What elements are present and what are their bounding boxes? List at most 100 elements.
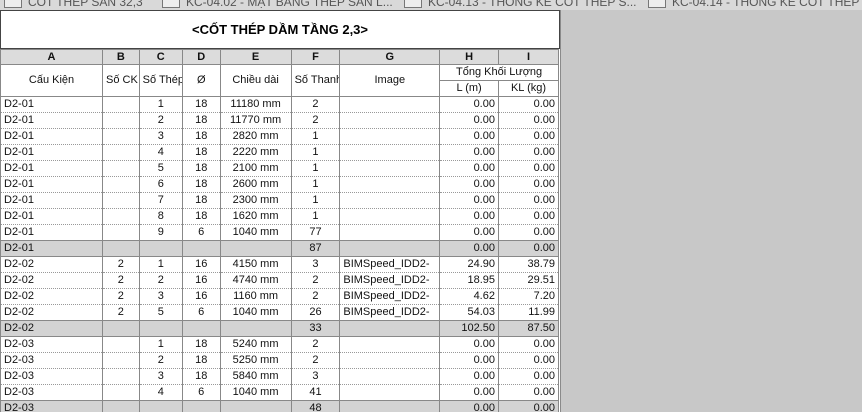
cell-d[interactable]: 18 xyxy=(181,144,221,161)
schedule-title[interactable]: <CỐT THÉP DẦM TẦNG 2,3> xyxy=(0,10,560,49)
cell-e[interactable]: 1160 mm xyxy=(219,288,292,305)
cell-f[interactable]: 1 xyxy=(290,144,341,161)
cell-b[interactable] xyxy=(102,384,140,401)
table-row[interactable]: D2-01 3 18 2820 mm 1 0.00 0.00 xyxy=(0,128,560,145)
cell-d[interactable]: 18 xyxy=(181,208,221,225)
cell-i[interactable]: 29.51 xyxy=(497,272,560,289)
cell-c[interactable]: 7 xyxy=(138,192,183,209)
cell-a[interactable]: D2-01 xyxy=(0,224,104,241)
cell-h[interactable]: 24.90 xyxy=(439,256,499,273)
cell-f[interactable]: 48 xyxy=(290,400,341,412)
cell-a[interactable]: D2-01 xyxy=(0,240,104,257)
cell-e[interactable]: 11180 mm xyxy=(219,96,292,113)
column-letter[interactable]: C xyxy=(138,49,183,65)
table-row[interactable]: D2-03 3 18 5840 mm 3 0.00 0.00 xyxy=(0,368,560,385)
header-so-ck[interactable]: Số CK xyxy=(102,64,140,97)
cell-g[interactable]: BIMSpeed_IDD2- xyxy=(339,272,441,289)
cell-g[interactable] xyxy=(339,240,441,257)
cell-c[interactable] xyxy=(138,320,183,337)
cell-g[interactable] xyxy=(339,336,441,353)
cell-a[interactable]: D2-03 xyxy=(0,336,104,353)
cell-e[interactable]: 2100 mm xyxy=(219,160,292,177)
cell-h[interactable]: 54.03 xyxy=(439,304,499,321)
subtotal-row[interactable]: D2-03 48 0.00 0.00 xyxy=(0,400,560,412)
cell-f[interactable]: 1 xyxy=(290,160,341,177)
cell-h[interactable]: 102.50 xyxy=(439,320,499,337)
column-letter[interactable]: I xyxy=(497,49,560,65)
cell-e[interactable]: 2820 mm xyxy=(219,128,292,145)
table-row[interactable]: D2-01 5 18 2100 mm 1 0.00 0.00 xyxy=(0,160,560,177)
cell-h[interactable]: 0.00 xyxy=(439,192,499,209)
cell-f[interactable]: 2 xyxy=(290,96,341,113)
cell-b[interactable] xyxy=(102,352,140,369)
cell-a[interactable]: D2-03 xyxy=(0,384,104,401)
header-l-m[interactable]: L (m) xyxy=(439,80,499,97)
view-tab[interactable]: KC-04.14 - THỐNG KÊ CỐT THÉP D... xyxy=(648,0,862,10)
cell-h[interactable]: 0.00 xyxy=(439,128,499,145)
cell-i[interactable]: 7.20 xyxy=(497,288,560,305)
cell-d[interactable]: 6 xyxy=(181,384,221,401)
cell-a[interactable]: D2-01 xyxy=(0,144,104,161)
cell-b[interactable]: 2 xyxy=(102,256,140,273)
cell-f[interactable]: 2 xyxy=(290,272,341,289)
cell-b[interactable]: 2 xyxy=(102,304,140,321)
cell-f[interactable]: 2 xyxy=(290,112,341,129)
cell-i[interactable]: 0.00 xyxy=(497,384,560,401)
cell-i[interactable]: 0.00 xyxy=(497,96,560,113)
cell-g[interactable] xyxy=(339,320,441,337)
cell-c[interactable]: 6 xyxy=(138,176,183,193)
cell-a[interactable]: D2-03 xyxy=(0,368,104,385)
cell-a[interactable]: D2-01 xyxy=(0,208,104,225)
cell-c[interactable]: 9 xyxy=(138,224,183,241)
cell-i[interactable]: 0.00 xyxy=(497,144,560,161)
table-row[interactable]: D2-01 1 18 11180 mm 2 0.00 0.00 xyxy=(0,96,560,113)
cell-a[interactable]: D2-01 xyxy=(0,192,104,209)
cell-i[interactable]: 0.00 xyxy=(497,400,560,412)
cell-h[interactable]: 0.00 xyxy=(439,352,499,369)
cell-e[interactable]: 5240 mm xyxy=(219,336,292,353)
cell-f[interactable]: 3 xyxy=(290,368,341,385)
cell-a[interactable]: D2-03 xyxy=(0,400,104,412)
cell-b[interactable]: 2 xyxy=(102,288,140,305)
cell-a[interactable]: D2-03 xyxy=(0,352,104,369)
cell-h[interactable]: 0.00 xyxy=(439,400,499,412)
cell-e[interactable]: 4740 mm xyxy=(219,272,292,289)
cell-h[interactable]: 4.62 xyxy=(439,288,499,305)
cell-h[interactable]: 0.00 xyxy=(439,368,499,385)
cell-c[interactable]: 3 xyxy=(138,368,183,385)
cell-d[interactable]: 18 xyxy=(181,336,221,353)
cell-f[interactable]: 3 xyxy=(290,256,341,273)
cell-b[interactable] xyxy=(102,144,140,161)
cell-d[interactable]: 16 xyxy=(181,272,221,289)
cell-f[interactable]: 1 xyxy=(290,192,341,209)
cell-f[interactable]: 87 xyxy=(290,240,341,257)
cell-b[interactable] xyxy=(102,176,140,193)
cell-c[interactable]: 4 xyxy=(138,144,183,161)
cell-g[interactable] xyxy=(339,160,441,177)
cell-g[interactable] xyxy=(339,368,441,385)
cell-d[interactable]: 16 xyxy=(181,288,221,305)
table-row[interactable]: D2-01 7 18 2300 mm 1 0.00 0.00 xyxy=(0,192,560,209)
table-row[interactable]: D2-01 4 18 2220 mm 1 0.00 0.00 xyxy=(0,144,560,161)
cell-e[interactable]: 2300 mm xyxy=(219,192,292,209)
column-letter[interactable]: A xyxy=(0,49,104,65)
cell-g[interactable] xyxy=(339,400,441,412)
column-letter[interactable]: G xyxy=(339,49,441,65)
cell-b[interactable] xyxy=(102,400,140,412)
cell-b[interactable] xyxy=(102,208,140,225)
cell-d[interactable]: 18 xyxy=(181,368,221,385)
cell-f[interactable]: 41 xyxy=(290,384,341,401)
cell-d[interactable]: 18 xyxy=(181,160,221,177)
cell-b[interactable] xyxy=(102,320,140,337)
view-tab[interactable]: KC-04.13 - THỐNG KÊ CỐT THÉP S... xyxy=(404,0,637,10)
schedule-view[interactable]: <CỐT THÉP DẦM TẦNG 2,3> A B C D E F G H … xyxy=(0,10,561,412)
cell-d[interactable] xyxy=(181,320,221,337)
table-row[interactable]: D2-02 2 2 16 4740 mm 2 BIMSpeed_IDD2- 18.95 29.5… xyxy=(0,272,560,289)
cell-g[interactable]: BIMSpeed_IDD2- xyxy=(339,304,441,321)
cell-a[interactable]: D2-02 xyxy=(0,288,104,305)
cell-f[interactable]: 2 xyxy=(290,352,341,369)
cell-d[interactable]: 18 xyxy=(181,192,221,209)
cell-f[interactable]: 26 xyxy=(290,304,341,321)
header-cau-kien[interactable]: Cấu Kiện xyxy=(0,64,104,97)
cell-c[interactable]: 2 xyxy=(138,112,183,129)
